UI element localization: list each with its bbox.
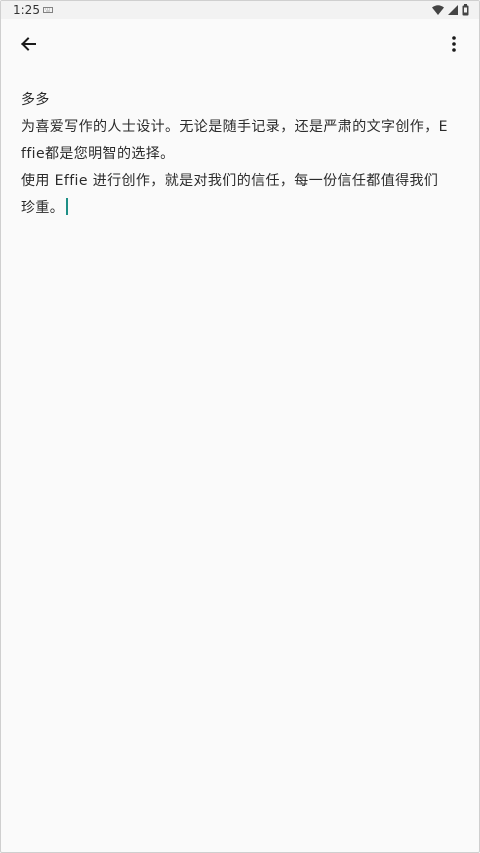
note-paragraph-2: 使用 Effie 进行创作，就是对我们的信任，每一份信任都值得我们珍重。 [21,168,451,222]
app-window: 1:25 多多 为喜爱写作的人士设计。无论是随手记录，还是严肃的文字创作，Eff… [0,0,480,853]
back-button[interactable] [13,29,43,59]
top-app-bar [1,19,479,69]
arrow-left-icon [21,37,36,51]
note-paragraph-1: 为喜爱写作的人士设计。无论是随手记录，还是严肃的文字创作，Effie都是您明智的… [21,119,448,162]
status-icons [432,4,469,16]
note-editor[interactable]: 多多 为喜爱写作的人士设计。无论是随手记录，还是严肃的文字创作，Effie都是您… [21,87,451,222]
battery-icon [462,4,469,16]
more-vertical-icon [452,36,456,52]
note-paragraph-2-text: 使用 Effie 进行创作，就是对我们的信任，每一份信任都值得我们珍重。 [21,173,439,216]
status-time: 1:25 [13,3,40,17]
notification-keyboard-icon [43,7,53,13]
signal-icon [448,5,458,15]
text-cursor [66,198,69,215]
status-bar: 1:25 [1,1,479,19]
more-options-button[interactable] [439,29,469,59]
wifi-icon [432,5,444,15]
note-title: 多多 [21,92,50,108]
